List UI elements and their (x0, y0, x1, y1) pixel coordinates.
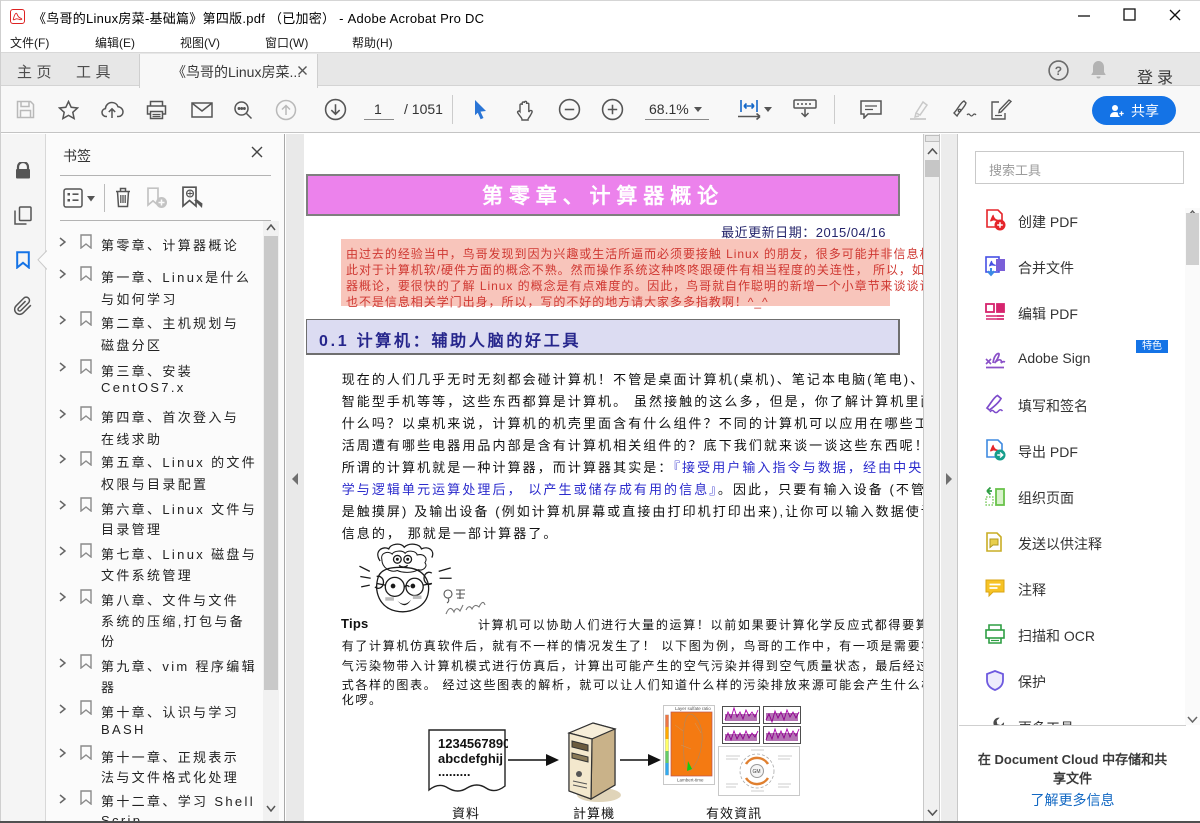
svg-text:1234567890: 1234567890 (438, 736, 508, 751)
svg-text:Lambert-time: Lambert-time (677, 778, 704, 783)
svg-text:Layer sulfate ratio: Layer sulfate ratio (675, 706, 711, 711)
svg-text:?: ? (1055, 64, 1062, 78)
svg-text:GM: GM (753, 769, 761, 775)
svg-text:.........: ......... (438, 764, 471, 779)
